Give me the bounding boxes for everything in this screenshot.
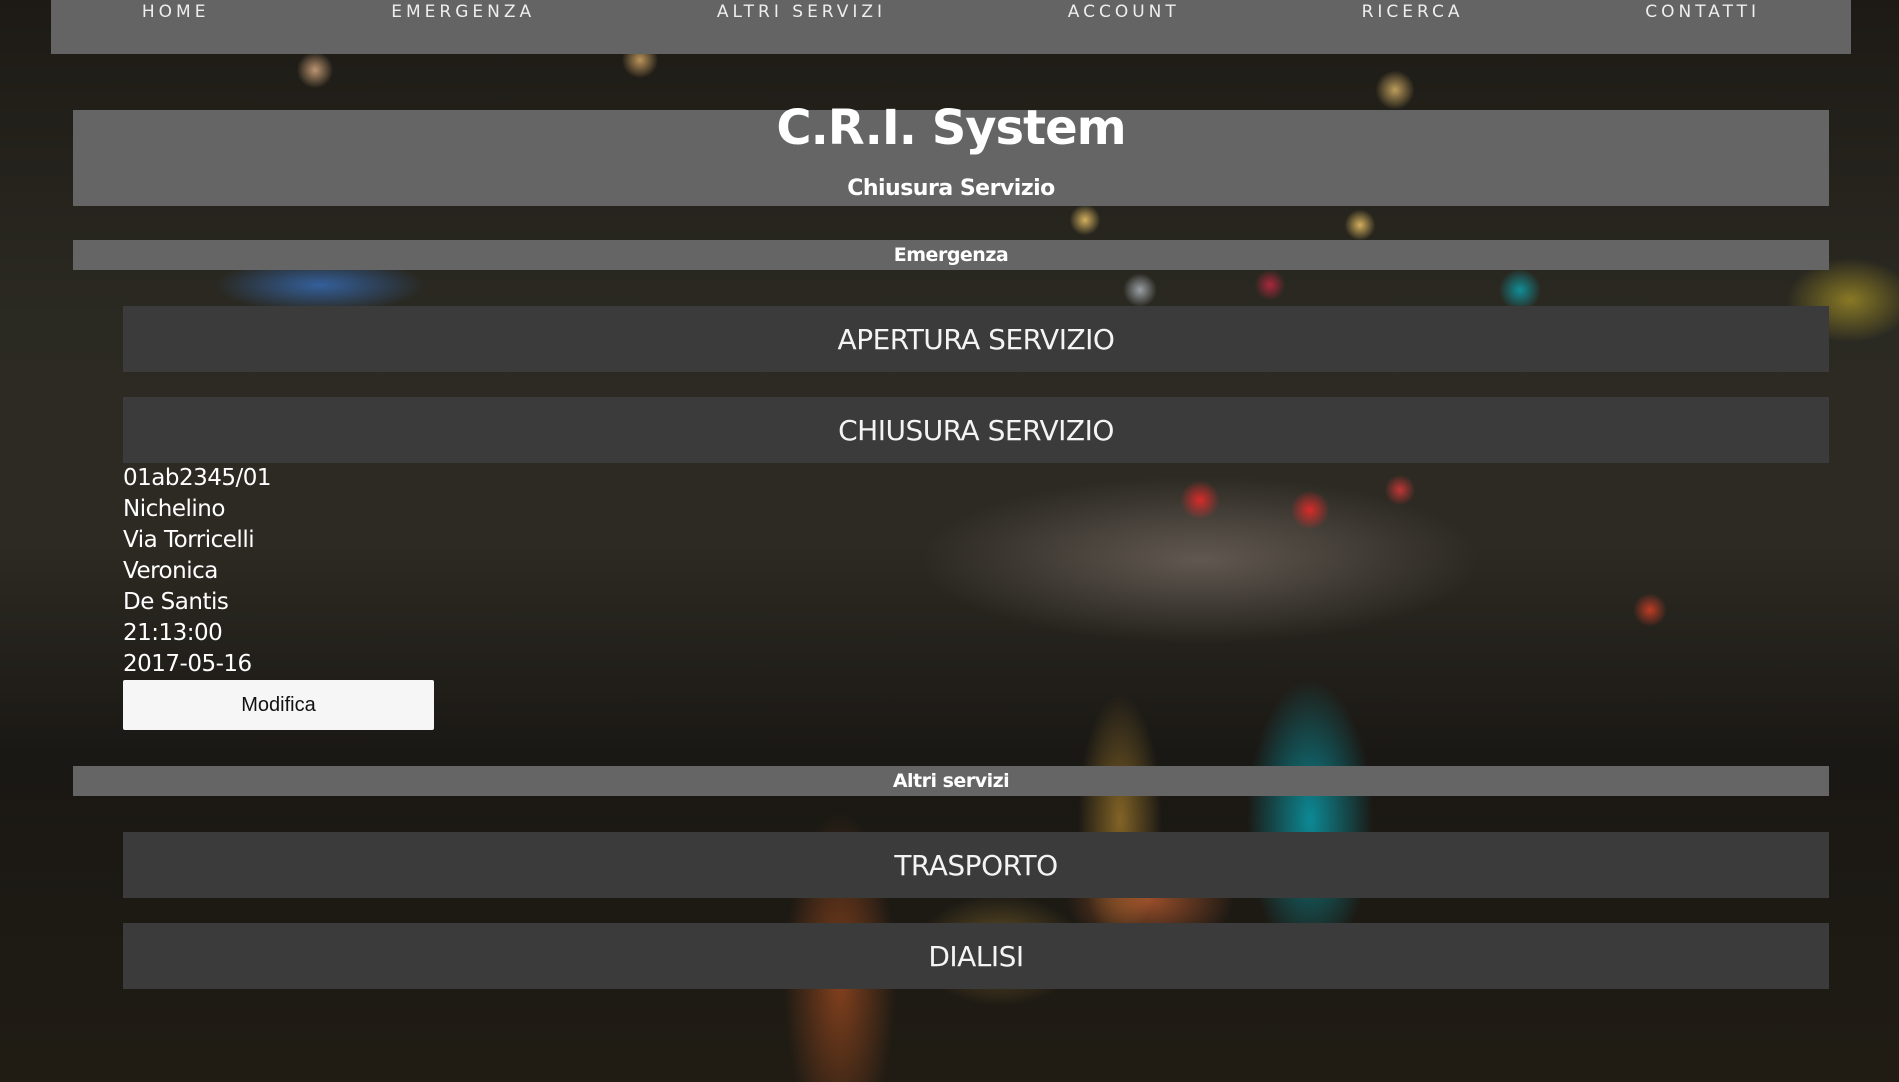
nav-altri-servizi[interactable]: ALTRI SERVIZI <box>717 2 886 22</box>
section-altri-servizi: Altri servizi <box>73 766 1829 796</box>
service-code: 01ab2345/01 <box>123 465 272 491</box>
chiusura-servizio-button[interactable]: CHIUSURA SERVIZIO <box>123 397 1829 463</box>
section-emergenza: Emergenza <box>73 240 1829 270</box>
service-details: 01ab2345/01 Nichelino Via Torricelli Ver… <box>123 463 272 680</box>
service-time: 21:13:00 <box>123 620 223 646</box>
page-header: C.R.I. System Chiusura Servizio <box>73 100 1829 206</box>
site-title: C.R.I. System <box>776 100 1126 156</box>
service-date: 2017-05-16 <box>123 651 252 677</box>
dialisi-button[interactable]: DIALISI <box>123 923 1829 989</box>
nav-home[interactable]: HOME <box>142 2 210 22</box>
service-street: Via Torricelli <box>123 527 255 553</box>
page-subtitle: Chiusura Servizio <box>847 176 1055 201</box>
service-city: Nichelino <box>123 496 225 522</box>
nav-ricerca[interactable]: RICERCA <box>1362 2 1464 22</box>
nav-contatti[interactable]: CONTATTI <box>1645 2 1760 22</box>
patient-first-name: Veronica <box>123 558 218 584</box>
nav-emergenza[interactable]: EMERGENZA <box>391 2 535 22</box>
trasporto-button[interactable]: TRASPORTO <box>123 832 1829 898</box>
top-nav: HOME EMERGENZA ALTRI SERVIZI ACCOUNT RIC… <box>51 0 1851 54</box>
nav-account[interactable]: ACCOUNT <box>1068 2 1180 22</box>
patient-last-name: De Santis <box>123 589 229 615</box>
modifica-button[interactable]: Modifica <box>123 680 434 730</box>
apertura-servizio-button[interactable]: APERTURA SERVIZIO <box>123 306 1829 372</box>
